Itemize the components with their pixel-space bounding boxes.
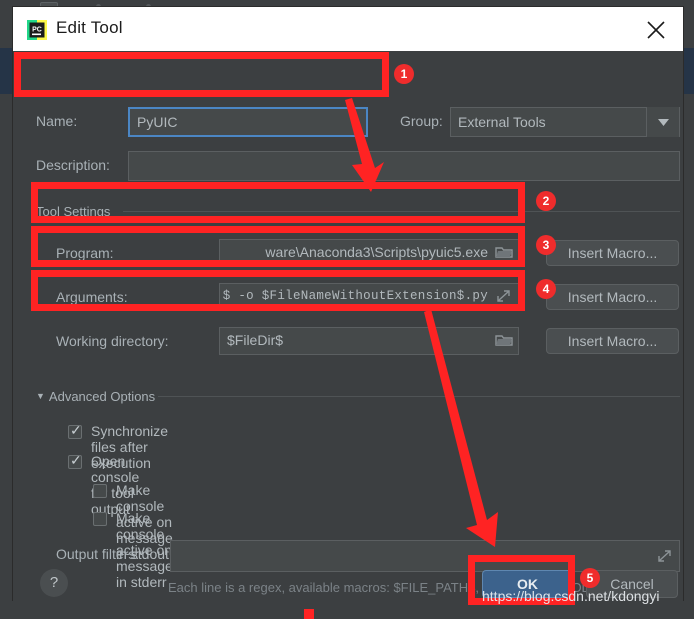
checkbox-console-active-stderr[interactable] xyxy=(93,512,107,526)
dialog-body: Name: PyUIC Group: External Tools Descri… xyxy=(13,51,683,601)
advanced-options-header[interactable]: ▼ Advanced Options xyxy=(36,389,155,404)
group-label: Group: xyxy=(400,113,443,129)
close-icon[interactable] xyxy=(643,17,669,43)
help-button[interactable]: ? xyxy=(40,569,68,597)
chevron-down-icon[interactable] xyxy=(646,107,679,137)
program-label: Program: xyxy=(56,245,114,261)
insert-macro-button-working-directory[interactable]: Insert Macro... xyxy=(546,328,679,354)
program-input-value: ware\Anaconda3\Scripts\pyuic5.exe xyxy=(265,244,488,260)
name-label: Name: xyxy=(36,113,77,129)
working-directory-input-value: $FileDir$ xyxy=(227,332,283,348)
dialog-title: Edit Tool xyxy=(56,18,123,38)
output-filters-input[interactable] xyxy=(170,540,680,572)
arguments-input-value: $ -o $FileNameWithoutExtension$.py xyxy=(223,289,488,303)
ok-button[interactable]: OK xyxy=(482,570,573,598)
arguments-label: Arguments: xyxy=(56,289,128,305)
name-input-value: PyUIC xyxy=(137,114,177,130)
description-input[interactable] xyxy=(128,151,680,181)
group-dropdown[interactable]: External Tools xyxy=(450,107,680,137)
advanced-options-divider xyxy=(158,396,680,397)
group-dropdown-value: External Tools xyxy=(458,114,546,130)
tool-settings-section-label: Tool Settings xyxy=(36,204,110,219)
ide-background-right xyxy=(684,13,694,619)
program-input[interactable]: ware\Anaconda3\Scripts\pyuic5.exe xyxy=(219,239,519,267)
triangle-down-icon: ▼ xyxy=(36,391,45,401)
folder-icon[interactable] xyxy=(494,331,514,349)
cancel-button[interactable]: Cancel xyxy=(586,570,678,598)
screenshot-root: PC Edit Tool Name: PyUIC Group: Exter xyxy=(0,0,694,619)
checkbox-console-active-stdout[interactable] xyxy=(93,484,107,498)
dialog-titlebar: PC Edit Tool xyxy=(13,7,683,51)
expand-icon[interactable] xyxy=(655,547,675,565)
ide-background-left-accent xyxy=(0,48,12,94)
expand-icon[interactable] xyxy=(494,287,514,305)
name-input[interactable]: PyUIC xyxy=(128,107,368,137)
arguments-input[interactable]: $ -o $FileNameWithoutExtension$.py xyxy=(219,283,519,311)
description-label: Description: xyxy=(36,157,110,173)
checkbox-sync-files[interactable] xyxy=(68,425,82,439)
tool-settings-divider xyxy=(123,211,680,212)
working-directory-label: Working directory: xyxy=(56,333,169,349)
insert-macro-button-program[interactable]: Insert Macro... xyxy=(546,240,679,266)
working-directory-input[interactable]: $FileDir$ xyxy=(219,327,519,355)
output-filters-label: Output filters: xyxy=(56,546,139,562)
ide-background-bottom xyxy=(0,600,694,619)
ide-background-left xyxy=(0,13,12,619)
checkbox-open-console[interactable] xyxy=(68,455,82,469)
insert-macro-button-arguments[interactable]: Insert Macro... xyxy=(546,284,679,310)
ide-background-right-accent xyxy=(684,48,694,94)
folder-icon[interactable] xyxy=(494,243,514,261)
advanced-options-label: Advanced Options xyxy=(49,389,155,404)
pycharm-icon: PC xyxy=(27,20,47,40)
edit-tool-dialog: PC Edit Tool Name: PyUIC Group: Exter xyxy=(12,6,684,601)
svg-text:PC: PC xyxy=(32,27,42,34)
